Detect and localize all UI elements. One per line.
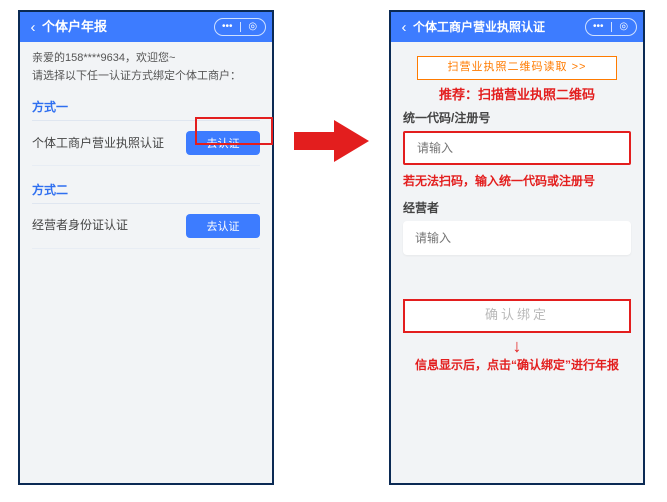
app-header: ‹ 个体工商户营业执照认证 ••• ◎	[391, 12, 643, 42]
confirm-bind-button[interactable]: 确认绑定	[403, 299, 631, 333]
method1-row: 个体工商户营业执照认证 去认证	[32, 121, 260, 166]
code-field-highlight	[403, 131, 631, 165]
app-header: ‹ 个体户年报 ••• ◎	[20, 12, 272, 42]
code-tip: 若无法扫码，输入统一代码或注册号	[403, 173, 631, 190]
method2-text: 经营者身份证认证	[32, 217, 128, 234]
dots-icon[interactable]: •••	[590, 20, 606, 34]
miniprogram-capsule[interactable]: ••• ◎	[585, 18, 637, 36]
greeting-line2: 请选择以下任一认证方式绑定个体工商户：	[32, 68, 260, 86]
code-input[interactable]	[415, 140, 619, 156]
operator-input[interactable]	[413, 230, 621, 246]
page-body: 亲爱的158****9634，欢迎您~ 请选择以下任一认证方式绑定个体工商户： …	[20, 42, 272, 261]
instruction-figure: ‹ 个体户年报 ••• ◎ 亲爱的158****9634，欢迎您~ 请选择以下任…	[0, 0, 667, 502]
operator-label: 经营者	[403, 200, 631, 217]
code-label: 统一代码/注册号	[403, 110, 631, 127]
arrow-down-icon: ↓	[403, 337, 631, 355]
recommend-text: 推荐：扫描营业执照二维码	[403, 86, 631, 104]
greeting-text: 亲爱的158****9634，欢迎您~ 请选择以下任一认证方式绑定个体工商户：	[32, 50, 260, 85]
method1-auth-button[interactable]: 去认证	[186, 131, 260, 155]
final-tip: 信息显示后，点击“确认绑定”进行年报	[403, 357, 631, 374]
phone-panel-left: ‹ 个体户年报 ••• ◎ 亲爱的158****9634，欢迎您~ 请选择以下任…	[18, 10, 274, 485]
method2-row: 经营者身份证认证 去认证	[32, 204, 260, 249]
method2-title: 方式二	[32, 182, 260, 204]
arrow-right-icon	[294, 120, 369, 162]
operator-field	[403, 221, 631, 255]
dots-icon[interactable]: •••	[219, 20, 235, 34]
target-icon[interactable]: ◎	[245, 20, 261, 34]
scan-qr-button[interactable]: 扫营业执照二维码读取 >>	[417, 56, 617, 80]
phone-panel-right: ‹ 个体工商户营业执照认证 ••• ◎ 扫营业执照二维码读取 >> 推荐：扫描营…	[389, 10, 645, 485]
target-icon[interactable]: ◎	[616, 20, 632, 34]
back-icon[interactable]: ‹	[26, 20, 40, 35]
back-icon[interactable]: ‹	[397, 20, 411, 35]
page-title: 个体工商户营业执照认证	[411, 19, 585, 36]
page-title: 个体户年报	[40, 18, 214, 36]
method2-auth-button[interactable]: 去认证	[186, 214, 260, 238]
page-body: 扫营业执照二维码读取 >> 推荐：扫描营业执照二维码 统一代码/注册号 若无法扫…	[391, 42, 643, 385]
capsule-divider	[240, 22, 241, 32]
method1-text: 个体工商户营业执照认证	[32, 135, 164, 152]
method1-title: 方式一	[32, 99, 260, 121]
capsule-divider	[611, 22, 612, 32]
greeting-line1: 亲爱的158****9634，欢迎您~	[32, 50, 260, 68]
miniprogram-capsule[interactable]: ••• ◎	[214, 18, 266, 36]
